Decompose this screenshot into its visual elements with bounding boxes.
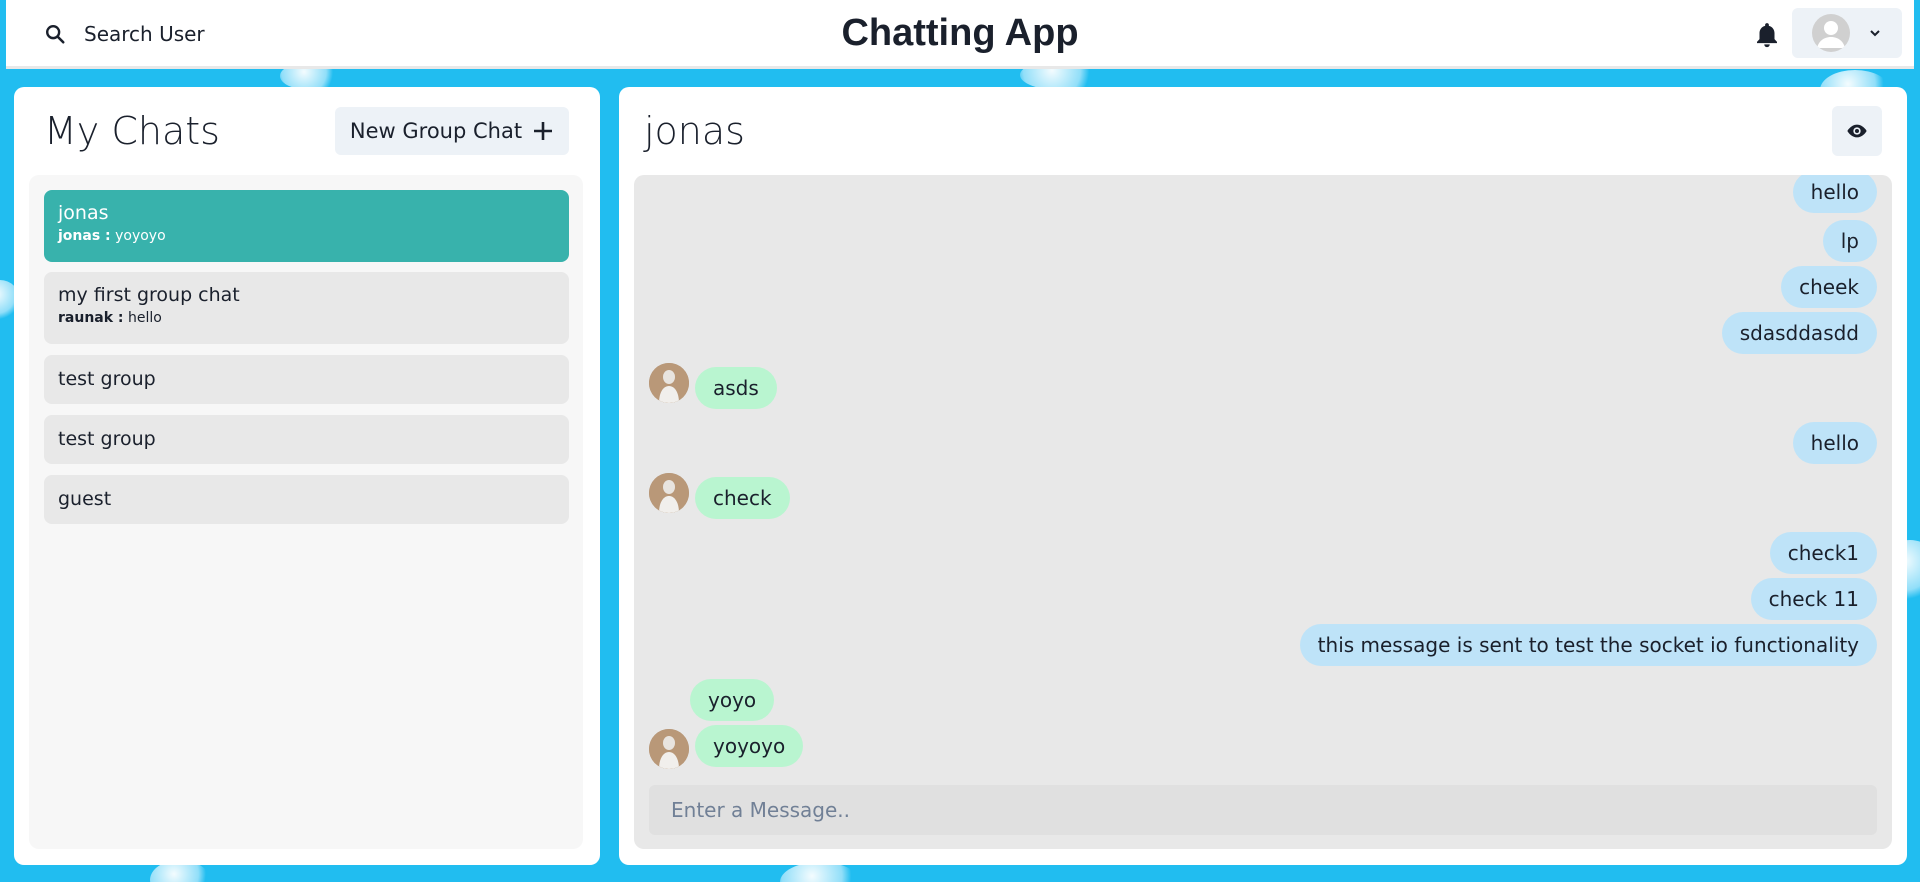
my-chats-panel: My Chats New Group Chat jonas jonas : yo…	[14, 87, 600, 865]
top-bar: Search User Chatting App	[6, 0, 1914, 69]
chat-item-test-group[interactable]: test group	[44, 355, 569, 404]
latest-text: hello	[123, 310, 162, 326]
sender-avatar	[649, 729, 689, 769]
message-bubble: hello	[1792, 422, 1877, 464]
app-title: Chatting App	[841, 12, 1079, 54]
latest-text: yoyoyo	[110, 228, 166, 244]
message-bubble: this message is sent to test the socket …	[1299, 624, 1877, 666]
chat-title: jonas	[644, 109, 745, 153]
message-bubble: hello	[1792, 175, 1877, 213]
latest-sender: raunak :	[58, 310, 124, 326]
chat-list: jonas jonas : yoyoyo my first group chat…	[29, 175, 583, 849]
search-icon	[46, 25, 65, 44]
chat-name: my first group chat	[58, 284, 240, 306]
chat-item-test-group[interactable]: test group	[44, 415, 569, 464]
new-group-chat-label: New Group Chat	[349, 119, 523, 143]
chat-name: guest	[58, 488, 112, 510]
chat-latest-message: jonas : yoyoyo	[58, 228, 555, 244]
messages-area: hello lp cheek sdasddasdd asds hello che…	[634, 175, 1892, 849]
search-user-label: Search User	[84, 22, 205, 46]
message-bubble: check 11	[1750, 578, 1877, 620]
profile-menu-button[interactable]	[1792, 8, 1902, 58]
message-bubble: check	[695, 477, 790, 519]
message-bubble: yoyoyo	[695, 725, 804, 767]
chat-item-jonas[interactable]: jonas jonas : yoyoyo	[44, 190, 569, 262]
chat-name: test group	[58, 368, 156, 390]
chat-panel: jonas hello lp cheek sdasddasdd asds hel…	[619, 87, 1907, 865]
chevron-down-icon	[1870, 30, 1880, 37]
background-bubble	[780, 862, 860, 882]
new-group-chat-button[interactable]: New Group Chat	[335, 107, 569, 155]
sender-avatar	[649, 473, 689, 513]
chat-name: test group	[58, 428, 156, 450]
chat-name: jonas	[58, 202, 109, 224]
eye-icon	[1847, 124, 1867, 138]
message-bubble: lp	[1822, 220, 1877, 262]
message-bubble: sdasddasdd	[1721, 312, 1877, 354]
view-profile-button[interactable]	[1832, 106, 1882, 156]
chat-item-guest[interactable]: guest	[44, 475, 569, 524]
latest-sender: jonas :	[58, 228, 111, 244]
chat-latest-message: raunak : hello	[58, 310, 555, 326]
chat-item-my-first-group-chat[interactable]: my first group chat raunak : hello	[44, 272, 569, 344]
user-avatar-icon	[1812, 14, 1850, 52]
bell-icon[interactable]	[1752, 20, 1782, 50]
sender-avatar	[649, 363, 689, 403]
search-user-button[interactable]: Search User	[30, 12, 219, 56]
message-bubble: check1	[1769, 532, 1877, 574]
message-bubble: cheek	[1781, 266, 1877, 308]
message-bubble: asds	[695, 367, 777, 409]
message-bubble: yoyo	[690, 679, 775, 721]
plus-icon	[534, 122, 553, 140]
message-input[interactable]	[649, 785, 1877, 835]
my-chats-title: My Chats	[44, 109, 220, 153]
